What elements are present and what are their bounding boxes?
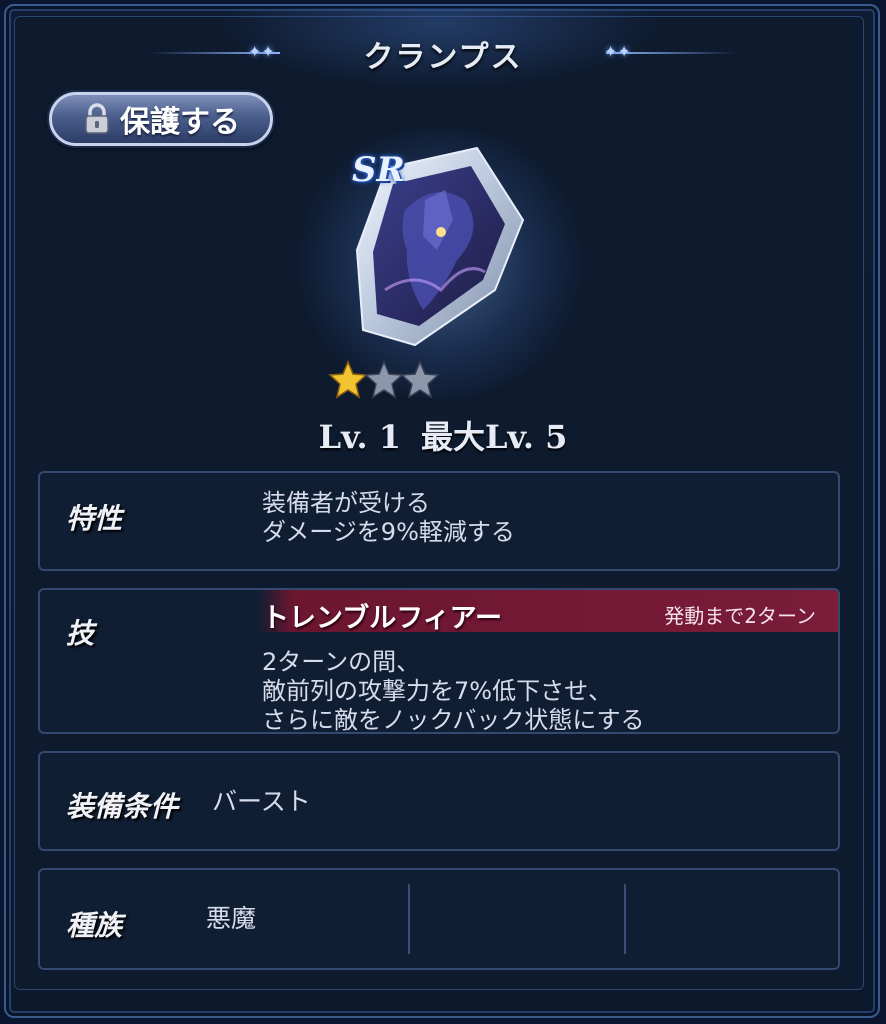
trait-description: 装備者が受ける ダメージを9%軽減する	[262, 489, 515, 547]
level-info: Lv. 1 最大Lv. 5	[0, 412, 886, 458]
star-filled-icon	[328, 360, 368, 399]
race-divider	[408, 884, 410, 954]
lock-icon	[82, 103, 112, 135]
race-panel: 種族 悪魔	[38, 868, 840, 970]
skill-name: トレンブルフィアー	[262, 603, 503, 634]
star-empty-icon	[400, 360, 440, 399]
trait-panel: 特性 装備者が受ける ダメージを9%軽減する	[38, 471, 840, 571]
trait-heading: 特性	[66, 502, 123, 535]
max-level: 最大Lv. 5	[420, 418, 568, 456]
skill-cooldown: 発動まで2ターン	[664, 604, 816, 628]
equip-condition-panel: 装備条件 バースト	[38, 751, 840, 851]
skill-description: 2ターンの間、 敵前列の攻撃力を7%低下させ、 さらに敵をノックバック状態にする	[262, 648, 645, 735]
trait-line: ダメージを9%軽減する	[262, 518, 515, 546]
skill-line: さらに敵をノックバック状態にする	[262, 706, 645, 734]
skill-panel: 技 トレンブルフィアー 発動まで2ターン 2ターンの間、 敵前列の攻撃力を7%低…	[38, 588, 840, 734]
rarity-badge: SR	[352, 150, 405, 190]
skill-name-bar: トレンブルフィアー 発動まで2ターン	[258, 590, 838, 634]
current-level: Lv. 1	[318, 418, 401, 456]
star-empty-icon	[364, 360, 404, 399]
race-heading: 種族	[66, 909, 123, 942]
skill-heading: 技	[66, 617, 95, 650]
race-divider	[624, 884, 626, 954]
rarity-stars	[328, 360, 440, 399]
skill-line: 2ターンの間、	[262, 648, 421, 676]
trait-line: 装備者が受ける	[262, 489, 430, 517]
skill-line: 敵前列の攻撃力を7%低下させ、	[262, 677, 613, 705]
race-value: 悪魔	[206, 904, 257, 933]
equip-condition-value: バースト	[212, 787, 311, 816]
equip-condition-heading: 装備条件	[66, 790, 179, 823]
page-title: クランプス	[363, 40, 523, 75]
protect-button[interactable]: 保護する	[49, 92, 273, 146]
protect-button-label: 保護する	[120, 105, 240, 140]
